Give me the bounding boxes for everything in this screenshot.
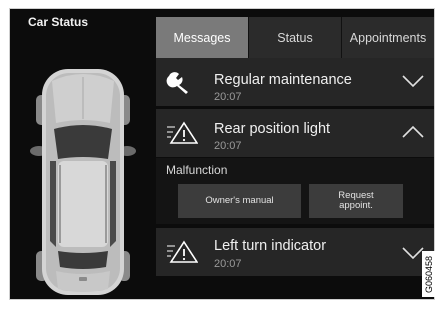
chevron-up-icon[interactable] (402, 125, 424, 144)
chevron-down-icon[interactable] (402, 246, 424, 265)
message-title: Left turn indicator (214, 238, 327, 254)
wrench-icon (166, 70, 192, 99)
message-time: 20:07 (214, 258, 242, 270)
warning-light-icon (166, 240, 199, 269)
tab-bar: Messages Status Appointments (156, 17, 434, 58)
page-title: Car Status (28, 15, 89, 29)
malfunction-label: Malfunction (166, 163, 228, 177)
tab-appointments[interactable]: Appointments (341, 17, 434, 58)
warning-light-icon (166, 121, 199, 150)
tab-status[interactable]: Status (248, 17, 341, 58)
message-time: 20:07 (214, 140, 242, 152)
chevron-down-icon[interactable] (402, 74, 424, 93)
message-detail-panel: Malfunction Owner's manual Request appoi… (156, 158, 434, 224)
figure-code: G060458 (422, 251, 436, 297)
tab-messages[interactable]: Messages (156, 17, 248, 58)
car-status-screen: Car Status Messages Status Appointments (10, 9, 434, 299)
owners-manual-button[interactable]: Owner's manual (178, 184, 301, 218)
request-appointment-label: Request appoint. (338, 190, 374, 211)
message-time: 20:07 (214, 91, 242, 103)
message-row-rear-position-light[interactable]: Rear position light 20:07 (156, 109, 434, 157)
message-title: Rear position light (214, 121, 331, 137)
message-title: Regular maintenance (214, 72, 352, 88)
request-appointment-button[interactable]: Request appoint. (309, 184, 403, 218)
car-top-view-image (22, 63, 144, 299)
message-row-maintenance[interactable]: Regular maintenance 20:07 (156, 58, 434, 106)
message-row-left-turn-indicator[interactable]: Left turn indicator 20:07 (156, 228, 434, 276)
